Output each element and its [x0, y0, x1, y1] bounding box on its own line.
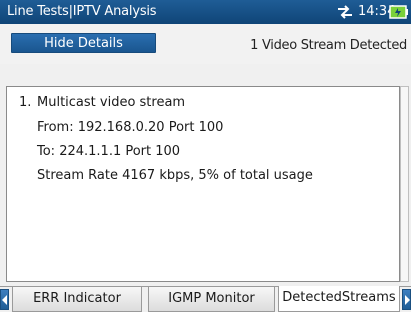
tab-err-indicator[interactable]: ERR Indicator [12, 287, 142, 312]
stream-details-panel: 1. Multicast video stream From: 192.168.… [6, 86, 400, 282]
tab-igmp-monitor[interactable]: IGMP Monitor [148, 287, 275, 312]
tab-scroll-left-button[interactable] [0, 289, 9, 310]
tab-detected-streams[interactable]: DetectedStreams [278, 286, 400, 312]
hide-details-button[interactable]: Hide Details [11, 33, 156, 53]
battery-icon [389, 5, 408, 19]
stream-type: Multicast video stream [37, 95, 186, 110]
tab-bar: ERR Indicator IGMP Monitor DetectedStrea… [0, 286, 411, 312]
details-scrollbar[interactable] [400, 86, 409, 282]
network-activity-icon [338, 5, 352, 19]
stream-source: From: 192.168.0.20 Port 100 [37, 120, 224, 135]
title-bar: Line Tests|IPTV Analysis 14:34 [0, 0, 411, 24]
stream-index: 1. [19, 95, 32, 110]
window-title: Line Tests|IPTV Analysis [7, 4, 157, 19]
tab-scroll-right-button[interactable] [402, 289, 411, 310]
chevron-right-icon [405, 295, 410, 305]
stream-destination: To: 224.1.1.1 Port 100 [37, 144, 181, 159]
stream-rate: Stream Rate 4167 kbps, 5% of total usage [37, 168, 313, 183]
chevron-left-icon [2, 295, 7, 305]
stream-count-status: 1 Video Stream Detected [250, 38, 407, 53]
toolbar: Hide Details 1 Video Stream Detected [0, 24, 411, 64]
